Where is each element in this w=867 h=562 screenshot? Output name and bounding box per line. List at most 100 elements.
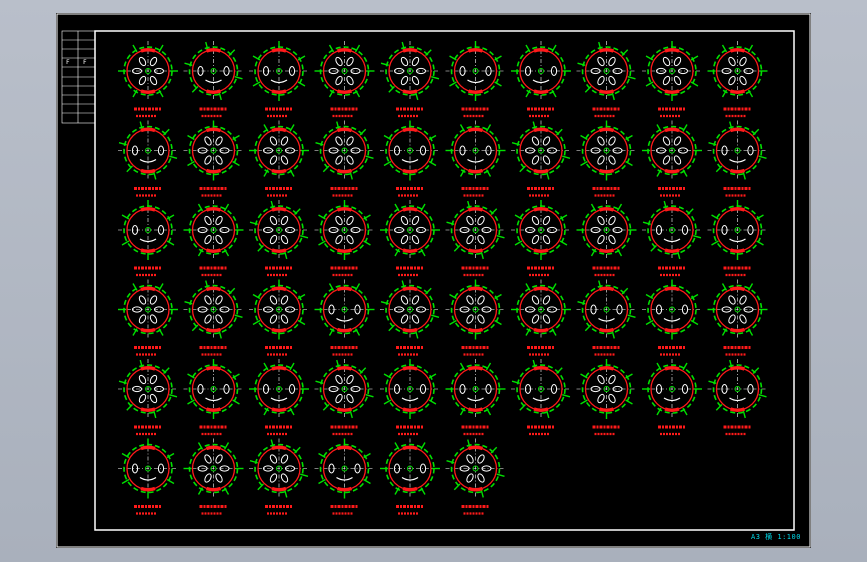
flange-detail xyxy=(576,279,637,356)
bolt-hole xyxy=(411,56,420,67)
bolt-hole xyxy=(608,374,616,385)
section-arc xyxy=(271,48,287,53)
bolt-hole xyxy=(269,234,278,245)
section-arc xyxy=(598,248,615,253)
bolt-hole xyxy=(739,56,747,67)
dimension-tick xyxy=(611,92,615,101)
section-arc xyxy=(336,486,353,492)
bolt-hole xyxy=(280,295,289,305)
dimension-tick xyxy=(218,92,222,101)
bolt-hole xyxy=(400,215,409,226)
section-arc xyxy=(140,286,156,292)
flange-detail xyxy=(249,41,309,118)
flange-detail xyxy=(380,41,440,118)
section-arc xyxy=(336,445,353,451)
bolt-hole xyxy=(597,56,605,67)
section-arc xyxy=(664,207,680,212)
section-arc xyxy=(336,168,353,174)
flange-detail xyxy=(314,120,375,197)
bolt-hole xyxy=(346,374,354,385)
flange-detail xyxy=(183,41,244,118)
section-arc xyxy=(467,445,484,451)
section-arc xyxy=(467,168,484,174)
section-arc xyxy=(402,48,418,53)
bolt-hole xyxy=(466,215,474,226)
bolt-hole xyxy=(335,75,343,86)
bolt-hole xyxy=(608,56,616,67)
section-arc xyxy=(467,407,484,412)
section-arc xyxy=(336,127,353,133)
flange-detail xyxy=(380,279,440,356)
section-arc xyxy=(402,445,418,451)
section-arc xyxy=(140,168,156,174)
bolt-hole xyxy=(215,234,223,245)
bolt-hole xyxy=(346,56,354,67)
bolt-hole xyxy=(269,295,278,305)
section-arc xyxy=(533,89,549,94)
section-arc xyxy=(205,327,222,333)
bolt-hole xyxy=(662,75,671,86)
flange-detail xyxy=(314,359,375,436)
dimension-tick xyxy=(690,81,699,87)
dimension-tick xyxy=(420,248,426,257)
section-arc xyxy=(271,127,287,133)
dimension-tick xyxy=(747,44,754,53)
flange-detail xyxy=(445,438,506,515)
dimension-tick xyxy=(611,330,615,339)
flange-detail xyxy=(511,120,571,197)
bolt-hole xyxy=(149,374,158,385)
section-arc xyxy=(402,366,418,371)
flange-detail xyxy=(183,359,244,436)
dimension-tick xyxy=(169,394,178,398)
bolt-hole xyxy=(597,155,605,165)
bolt-hole xyxy=(215,155,223,165)
dimension-tick xyxy=(682,169,688,177)
flange-detail xyxy=(314,41,375,118)
bolt-hole xyxy=(280,314,289,324)
dimension-tick xyxy=(562,394,571,398)
dimension-tick xyxy=(223,203,230,212)
sheet-info-label: A3 横 1:100 xyxy=(751,533,801,541)
section-arc xyxy=(533,48,549,53)
bolt-hole xyxy=(400,314,409,324)
flange-detail xyxy=(249,438,309,515)
section-arc xyxy=(467,486,484,492)
bolt-hole xyxy=(215,314,223,324)
section-arc xyxy=(140,486,156,492)
bolt-hole xyxy=(280,215,289,226)
flange-detail xyxy=(576,200,637,277)
dimension-tick xyxy=(627,314,636,318)
dimension-tick xyxy=(551,328,557,336)
bolt-hole xyxy=(346,75,354,86)
flange-detail xyxy=(249,200,309,277)
bolt-hole xyxy=(215,473,223,483)
flange-detail xyxy=(642,120,702,197)
bolt-hole xyxy=(400,56,409,67)
section-arc xyxy=(336,327,353,333)
flange-detail xyxy=(380,120,440,197)
section-arc xyxy=(271,89,287,94)
dimension-tick xyxy=(677,251,681,260)
section-arc xyxy=(598,207,615,212)
dimension-tick xyxy=(218,330,222,339)
flange-detail xyxy=(642,41,702,118)
flange-detail xyxy=(511,279,571,356)
section-arc xyxy=(598,127,615,133)
section-arc xyxy=(664,127,680,133)
bolt-hole xyxy=(608,393,616,404)
bolt-hole xyxy=(477,295,485,305)
dimension-tick xyxy=(756,240,764,246)
bolt-hole xyxy=(466,295,474,305)
dimension-tick xyxy=(682,407,688,416)
section-arc xyxy=(598,407,615,412)
section-arc xyxy=(664,366,680,371)
section-arc xyxy=(664,89,680,94)
bolt-hole xyxy=(346,155,354,165)
section-arc xyxy=(205,407,222,412)
dimension-tick xyxy=(365,155,374,159)
bolt-hole xyxy=(138,393,147,404)
dimension-tick xyxy=(289,169,295,177)
bolt-hole xyxy=(346,136,354,146)
dimension-tick xyxy=(758,155,767,159)
dimension-tick xyxy=(363,240,371,246)
